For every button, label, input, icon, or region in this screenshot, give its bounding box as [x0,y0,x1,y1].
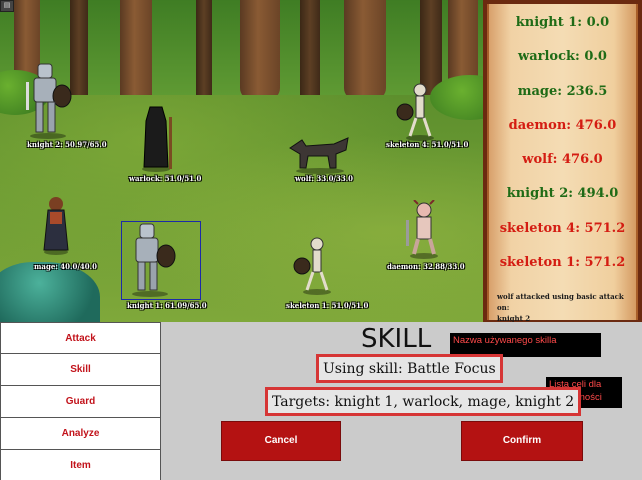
unit-mage[interactable] [38,194,74,256]
tree-trunk [344,0,386,100]
skill-button[interactable]: Skill [0,354,161,386]
analyze-button[interactable]: Analyze [0,418,161,450]
daemon-sprite [406,199,438,259]
wolf-sprite [289,137,349,174]
unit-warlock[interactable] [136,103,178,173]
unit-skeleton-1[interactable] [293,236,335,296]
confirm-button[interactable]: Confirm [461,421,583,461]
guard-button[interactable]: Guard [0,386,161,418]
item-button[interactable]: Item [0,450,161,480]
unit-daemon[interactable] [402,199,446,260]
unit-label: skeleton 1: 51.0/51.0 [286,301,369,310]
turn-entry: knight 1: 0.0 [515,15,610,30]
unit-label: mage: 40.0/40.0 [34,262,97,271]
turn-entry: daemon: 476.0 [508,118,617,133]
action-menu: Attack Skill Guard Analyze Item [0,322,161,480]
unit-label: wolf: 33.0/33.0 [295,174,354,183]
tree-trunk [240,0,280,100]
unit-label: knight 2: 50.97/65.0 [27,140,107,149]
mage-sprite [43,197,69,255]
battle-log: wolf attacked using basic attack on: kni… [497,291,637,324]
turn-entry: mage: 236.5 [517,84,608,99]
turn-entry: knight 2: 494.0 [506,186,619,201]
turn-order-panel: knight 1: 0.0 warlock: 0.0 mage: 236.5 d… [483,0,642,322]
cancel-button[interactable]: Cancel [221,421,341,461]
unit-knight-1[interactable] [124,222,180,298]
knight-sprite [132,223,176,297]
skill-name-field: Using skill: Battle Focus [316,354,503,383]
unit-knight-2[interactable] [22,60,74,140]
skeleton-sprite [293,237,331,295]
turn-entry: skeleton 4: 571.2 [499,221,626,236]
warlock-sprite [142,106,172,172]
unit-label: knight 1: 61.09/65.0 [127,301,207,310]
skill-panel: SKILL Nazwa używanego skilla Using skill… [161,322,642,480]
battle-log-line: wolf attacked using basic attack on: [497,292,624,312]
knight-sprite [26,63,72,139]
battlefield: ▤ knight 2: 50.97/65.0 warlock: 51.0/51.… [0,0,483,322]
menu-toggle-icon[interactable]: ▤ [0,0,14,12]
turn-entry: warlock: 0.0 [518,49,607,64]
turn-entry: wolf: 476.0 [522,152,603,167]
unit-skeleton-4[interactable] [396,82,438,142]
turn-entry: skeleton 1: 571.2 [499,255,626,270]
skeleton-sprite [396,83,434,141]
unit-wolf[interactable] [284,134,354,174]
skill-targets-field: Targets: knight 1, warlock, mage, knight… [265,387,582,416]
skill-panel-title: SKILL [361,324,432,354]
unit-label: daemon: 32.88/33.0 [387,262,465,271]
attack-button[interactable]: Attack [0,322,161,354]
unit-label: skeleton 4: 51.0/51.0 [386,140,469,149]
unit-label: warlock: 51.0/51.0 [129,174,202,183]
